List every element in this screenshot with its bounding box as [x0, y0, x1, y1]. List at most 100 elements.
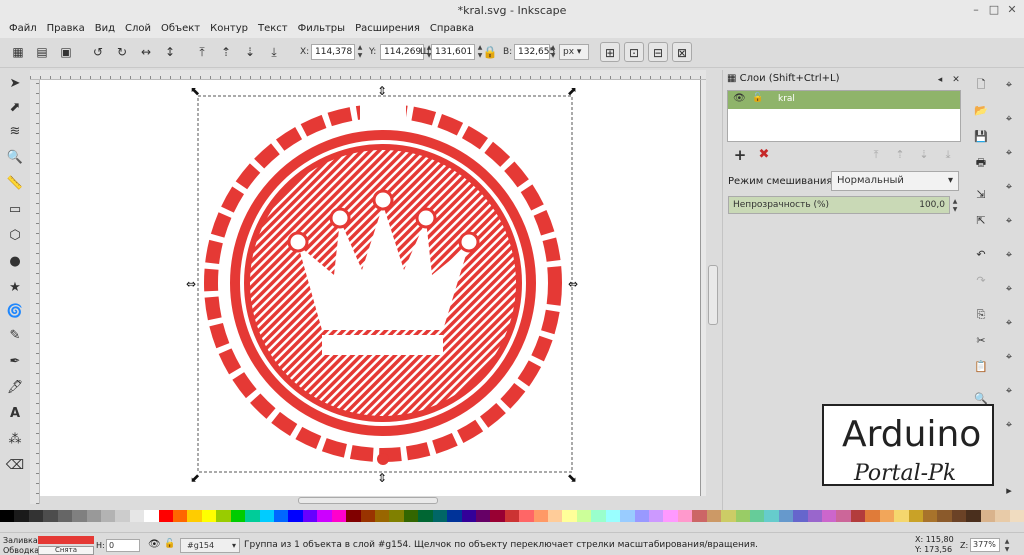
palette-swatch[interactable] — [995, 510, 1010, 522]
menu-path[interactable]: Контур — [205, 20, 253, 38]
palette-swatch[interactable] — [274, 510, 289, 522]
copy-icon[interactable]: ⎘ — [972, 306, 990, 324]
palette-swatch[interactable] — [288, 510, 303, 522]
close-icon[interactable]: ✕ — [1004, 2, 1020, 18]
raise-icon[interactable]: ⇡ — [216, 42, 236, 62]
zoom-input[interactable]: 377% — [970, 538, 1000, 552]
palette-swatch[interactable] — [533, 510, 549, 522]
raise-layer-top-icon[interactable]: ⤒ — [867, 146, 885, 164]
transform-patterns-icon[interactable]: ⊠ — [672, 42, 692, 62]
palette-swatch[interactable] — [548, 510, 563, 522]
palette-swatch[interactable] — [173, 510, 188, 522]
palette-swatch[interactable] — [836, 510, 851, 522]
pen-tool-icon[interactable]: ✒ — [5, 352, 25, 372]
palette-swatch[interactable] — [230, 510, 246, 522]
palette-swatch[interactable] — [605, 510, 621, 522]
palette-swatch[interactable] — [187, 510, 202, 522]
palette-swatch[interactable] — [591, 510, 606, 522]
redo-icon[interactable]: ↷ — [972, 272, 990, 290]
menu-edit[interactable]: Правка — [42, 20, 90, 38]
flip-vertical-icon[interactable]: ↕ — [160, 42, 180, 62]
palette-swatch[interactable] — [115, 510, 130, 522]
palette-swatch[interactable] — [461, 510, 476, 522]
3d-box-tool-icon[interactable]: ⬡ — [5, 226, 25, 246]
palette-swatch[interactable] — [389, 510, 404, 522]
palette-swatch[interactable] — [923, 510, 938, 522]
handle-n[interactable]: ⇕ — [377, 84, 387, 98]
palette-swatch[interactable] — [374, 510, 390, 522]
menu-extensions[interactable]: Расширения — [350, 20, 425, 38]
snap-nodes-icon[interactable]: ⌖ — [1000, 246, 1018, 264]
palette-swatch[interactable] — [418, 510, 433, 522]
drawing-svg[interactable]: ⬉ ⇕ ⬈ ⇔ ⇔ ⬋ ⇕ ⬊ — [40, 80, 706, 498]
palette-swatch[interactable] — [317, 510, 332, 522]
palette-swatch[interactable] — [201, 510, 217, 522]
palette-swatch[interactable] — [951, 510, 967, 522]
width-input[interactable]: 131,601 — [431, 44, 475, 60]
vertical-scrollbar[interactable] — [706, 70, 720, 504]
opacity-slider[interactable]: Непрозрачность (%) 100,0 — [728, 196, 950, 214]
palette-swatch[interactable] — [28, 510, 44, 522]
rotate-ccw-icon[interactable]: ↺ — [88, 42, 108, 62]
menu-filters[interactable]: Фильтры — [293, 20, 350, 38]
palette-swatch[interactable] — [403, 510, 419, 522]
menu-text[interactable]: Текст — [253, 20, 293, 38]
lock-icon[interactable]: 🔓 — [164, 539, 175, 549]
minimize-icon[interactable]: – — [968, 2, 984, 18]
layer-row-kral[interactable]: 👁 🔓 kral — [728, 91, 960, 109]
vertical-ruler[interactable] — [30, 80, 40, 504]
palette-swatch[interactable] — [360, 510, 375, 522]
snap-center-icon[interactable]: ⌖ — [1000, 382, 1018, 400]
height-spin[interactable]: ▲ ▼ — [549, 44, 557, 60]
palette-swatch[interactable] — [86, 510, 101, 522]
new-document-icon[interactable]: 🗋 — [972, 76, 990, 94]
eye-icon[interactable]: 👁 — [148, 539, 161, 550]
snap-intersections-icon[interactable]: ⌖ — [1000, 314, 1018, 332]
palette-swatch[interactable] — [822, 510, 837, 522]
open-icon[interactable]: 📂 — [972, 102, 990, 120]
snap-midpoint-icon[interactable]: ⌖ — [1000, 212, 1018, 230]
palette-swatch[interactable] — [14, 510, 29, 522]
fill-swatch[interactable] — [38, 536, 94, 544]
undo-icon[interactable]: ↶ — [972, 246, 990, 264]
lower-layer-bottom-icon[interactable]: ⤓ — [939, 146, 957, 164]
selector-tool-icon[interactable]: ➤ — [5, 74, 25, 94]
palette-swatch[interactable] — [562, 510, 577, 522]
blend-mode-select[interactable]: Нормальный ▾ — [831, 171, 959, 191]
palette-swatch[interactable] — [879, 510, 895, 522]
eraser-tool-icon[interactable]: ⌫ — [5, 456, 25, 476]
handle-ne[interactable]: ⬈ — [567, 84, 577, 98]
palette-swatch[interactable] — [749, 510, 765, 522]
horizontal-scrollbar[interactable] — [40, 496, 706, 506]
menu-view[interactable]: Вид — [90, 20, 120, 38]
pencil-tool-icon[interactable]: ✎ — [5, 326, 25, 346]
palette-swatch[interactable] — [648, 510, 664, 522]
more-commands-icon[interactable]: ▸ — [1000, 482, 1018, 500]
palette-swatch[interactable] — [850, 510, 866, 522]
palette-swatch[interactable] — [576, 510, 592, 522]
handle-nw[interactable]: ⬉ — [190, 84, 200, 98]
export-icon[interactable]: ⇱ — [972, 212, 990, 230]
snap-toggle-icon[interactable]: ⌖ — [1000, 76, 1018, 94]
palette-swatch[interactable] — [807, 510, 823, 522]
cut-icon[interactable]: ✂ — [972, 332, 990, 350]
handle-se[interactable]: ⬊ — [567, 471, 577, 485]
snap-paths-icon[interactable]: ⌖ — [1000, 280, 1018, 298]
palette-swatch[interactable] — [620, 510, 635, 522]
color-palette[interactable] — [0, 510, 1024, 522]
handle-e[interactable]: ⇔ — [568, 277, 578, 291]
palette-swatch[interactable] — [1009, 510, 1024, 522]
palette-swatch[interactable] — [490, 510, 505, 522]
x-input[interactable]: 114,378 — [311, 44, 355, 60]
palette-swatch[interactable] — [57, 510, 73, 522]
delete-layer-icon[interactable]: ✖ — [755, 146, 773, 164]
palette-swatch[interactable] — [129, 510, 145, 522]
lock-icon[interactable]: 🔓 — [752, 93, 763, 103]
spray-tool-icon[interactable]: ⁂ — [5, 430, 25, 450]
zoom-tool-icon[interactable]: 🔍 — [5, 148, 25, 168]
palette-swatch[interactable] — [158, 510, 174, 522]
import-icon[interactable]: ⇲ — [972, 186, 990, 204]
star-tool-icon[interactable]: ★ — [5, 278, 25, 298]
palette-swatch[interactable] — [519, 510, 534, 522]
horizontal-ruler[interactable] — [30, 70, 706, 80]
